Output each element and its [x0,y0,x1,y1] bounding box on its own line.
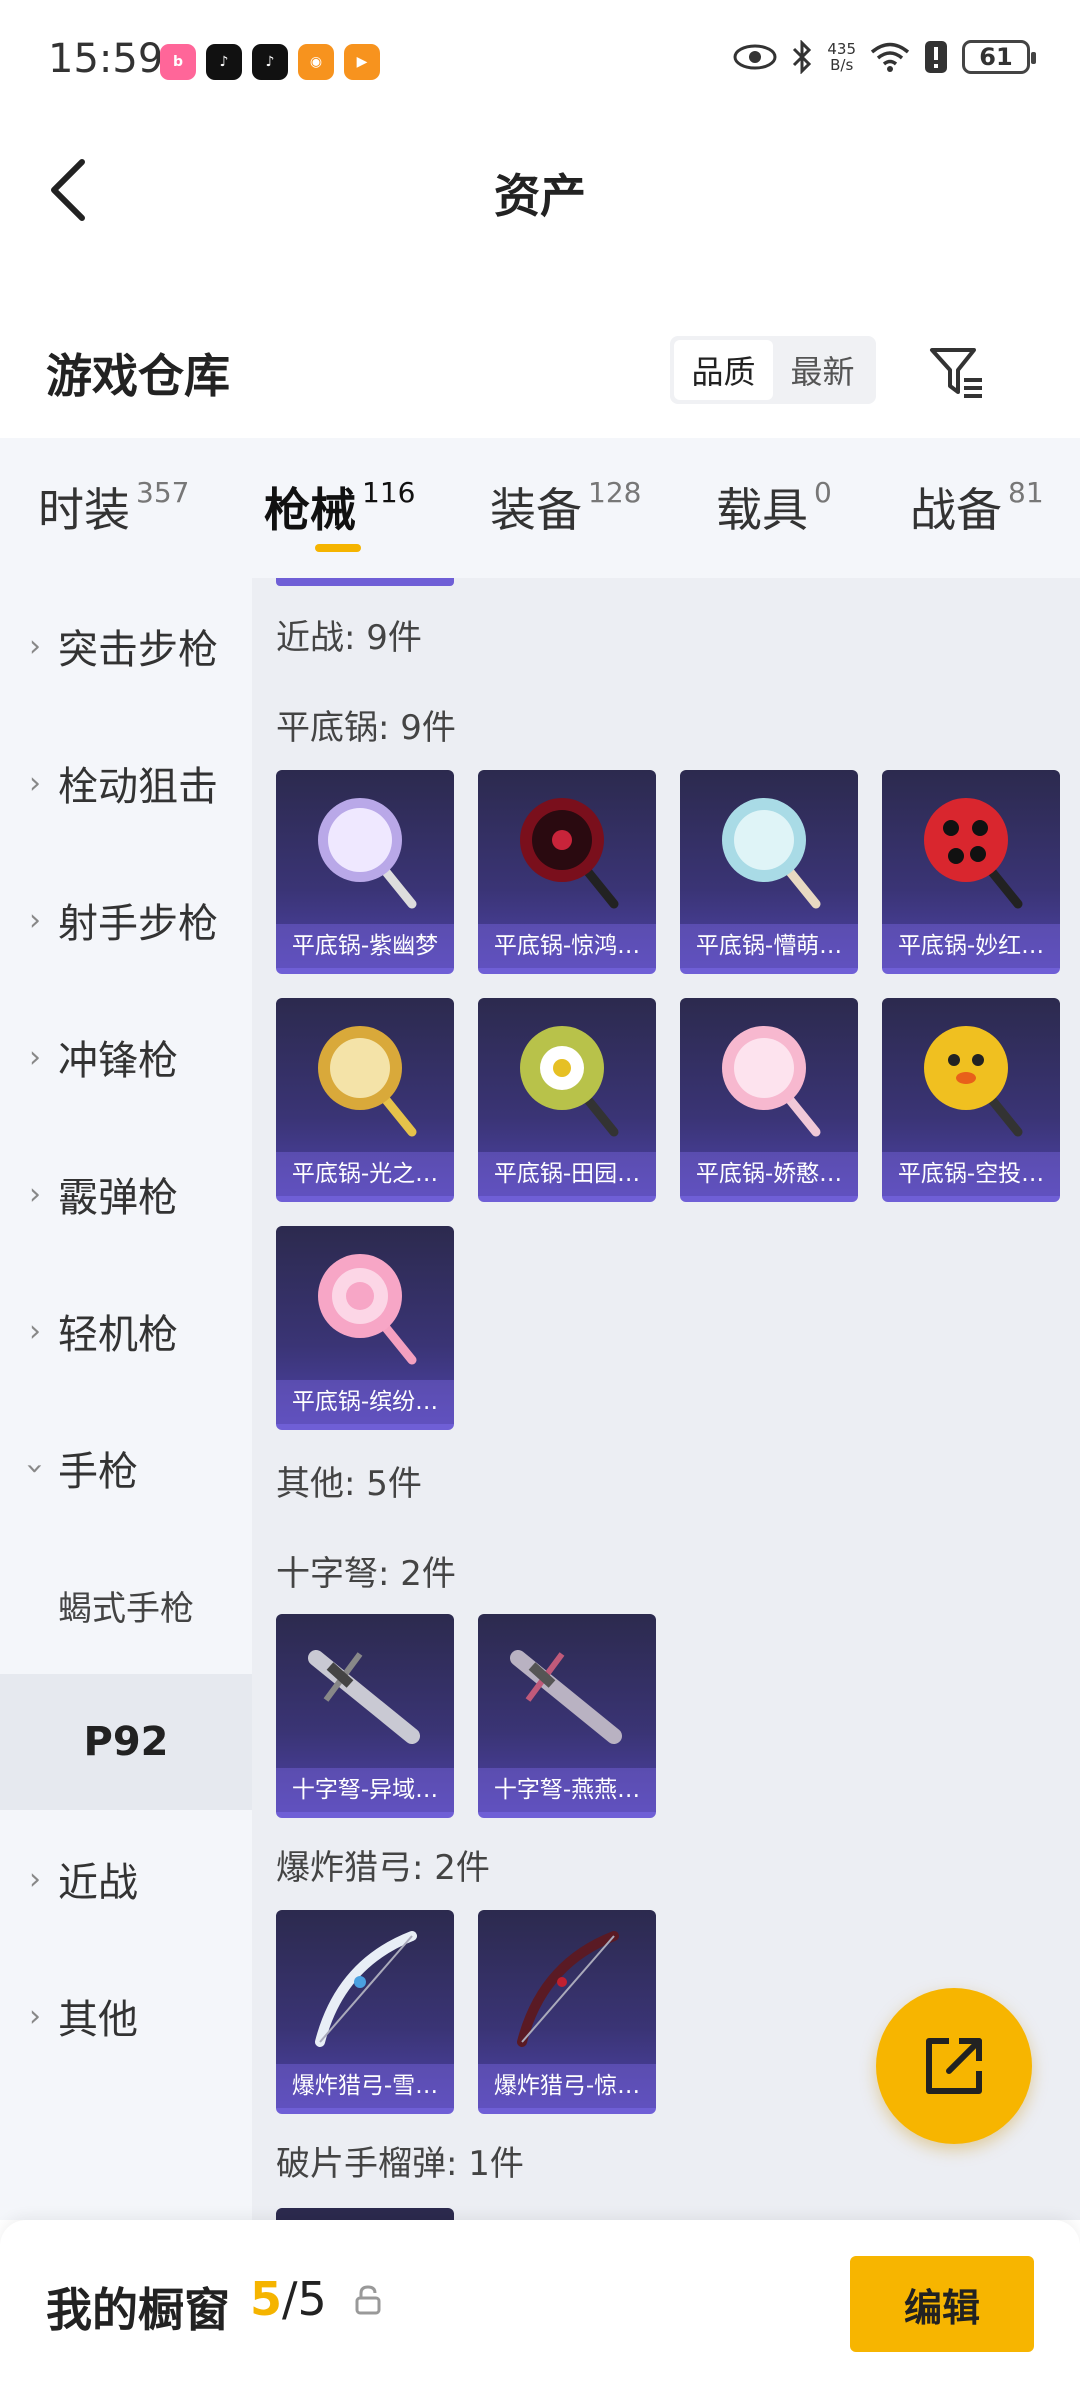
sidebar-item-bolt-sniper[interactable]: › 栓动狙击 [0,715,252,851]
filter-icon [930,348,982,398]
chevron-right-icon: › [29,1039,41,1075]
item-card[interactable]: 爆炸猎弓-雪… [276,1910,454,2114]
status-time: 15:59 [48,36,164,82]
sidebar-item-pistol[interactable]: › 手枪 [0,1400,252,1536]
weapon-sidebar: › 突击步枪 › 栓动狙击 › 射手步枪 › 冲锋枪 › 霰弹枪 › 轻机枪 › 手枪 蝎式手… [0,578,252,2220]
crossbow-icon [478,1614,656,1772]
pan-icon [882,770,1060,928]
sidebar-item-shotgun[interactable]: › 霰弹枪 [0,1126,252,1262]
active-tab-indicator [315,544,361,552]
eye-icon [733,44,777,70]
pan-icon [276,1226,454,1384]
sidebar-subitem-scorpion[interactable]: 蝎式手枪 [0,1537,252,1673]
category-tabs: 时装 357 枪械 116 装备 128 载具 0 战备 81 [0,438,1080,578]
item-card[interactable]: 平底锅-缤纷… [276,1226,454,1430]
showcase-bar: 我的橱窗 5/5 编辑 [0,2220,1080,2382]
pan-icon [478,770,656,928]
chevron-right-icon: › [29,1313,41,1349]
chevron-right-icon: › [29,1998,41,2034]
sidebar-item-smg[interactable]: › 冲锋枪 [0,989,252,1125]
warehouse-title: 游戏仓库 [46,349,230,403]
external-link-icon [926,2038,982,2094]
pan-icon [276,770,454,928]
tab-fashion[interactable]: 时装 357 [38,474,189,540]
item-card[interactable]: 平底锅-妙红… [882,770,1060,974]
wifi-icon [870,42,910,72]
page-header: 资产 [0,120,1080,260]
share-button[interactable] [876,1988,1032,2144]
item-grid-area: 近战: 9件 平底锅: 9件 平底锅-紫幽梦 平底锅-惊鸿… 平底锅-懵萌… 平… [252,578,1080,2220]
page-title: 资产 [494,169,586,223]
section-heading-bow: 爆炸猎弓: 2件 [276,1848,490,1888]
tab-firearms[interactable]: 枪械 116 [264,474,415,540]
bilibili-icon: b [160,44,196,80]
sidebar-item-other[interactable]: › 其他 [0,1948,252,2084]
battery-icon: 61 [962,40,1036,74]
pan-icon [276,998,454,1156]
pan-icon [680,998,858,1156]
section-heading-crossbow: 十字弩: 2件 [276,1554,456,1594]
item-card[interactable]: 十字弩-燕燕… [478,1614,656,1818]
item-card[interactable]: 十字弩-异域… [276,1614,454,1818]
sort-latest-button[interactable]: 最新 [773,340,872,400]
tab-equipment[interactable]: 装备 128 [490,474,641,540]
bluetooth-icon [793,40,812,74]
sidebar-subitem-p92[interactable]: P92 [0,1674,252,1810]
sidebar-item-melee[interactable]: › 近战 [0,1811,252,1947]
item-card-partial [276,2208,454,2220]
showcase-title: 我的橱窗 [46,2283,230,2337]
item-card[interactable]: 爆炸猎弓-惊… [478,1910,656,2114]
sort-quality-button[interactable]: 品质 [674,340,773,400]
section-heading-other: 其他: 5件 [276,1464,422,1504]
showcase-count: 5/5 [250,2272,327,2326]
item-card[interactable]: 平底锅-懵萌… [680,770,858,974]
chevron-down-icon: › [17,1462,53,1474]
section-heading-grenade: 破片手榴弹: 1件 [276,2144,524,2184]
section-heading-melee: 近战: 9件 [276,618,422,658]
pan-icon [882,998,1060,1156]
item-card[interactable]: 平底锅-光之… [276,998,454,1202]
item-card[interactable]: 平底锅-娇憨… [680,998,858,1202]
bow-icon [478,1910,656,2068]
item-card[interactable]: 平底锅-惊鸿… [478,770,656,974]
crossbow-icon [276,1614,454,1772]
item-card[interactable]: 平底锅-紫幽梦 [276,770,454,974]
section-heading-pan: 平底锅: 9件 [276,708,456,748]
notification-icons: b ♪ ♪ ◉ ▶ [160,44,380,80]
douyin-icon: ♪ [206,44,242,80]
item-card[interactable]: 平底锅-空投… [882,998,1060,1202]
tab-vehicles[interactable]: 载具 0 [716,474,832,540]
item-card[interactable]: 平底锅-田园… [478,998,656,1202]
status-bar: 15:59 b ♪ ♪ ◉ ▶ 435 B/s 61 [0,0,1080,120]
douyin-icon: ♪ [252,44,288,80]
bow-icon [276,1910,454,2068]
pan-icon [680,770,858,928]
alert-icon [925,41,947,73]
tab-supplies[interactable]: 战备 81 [910,474,1044,540]
sidebar-item-lmg[interactable]: › 轻机枪 [0,1263,252,1399]
edit-button[interactable]: 编辑 [850,2256,1034,2352]
pan-icon [478,998,656,1156]
item-card-partial [276,578,454,586]
chevron-right-icon: › [29,765,41,801]
sidebar-item-assault-rifle[interactable]: › 突击步枪 [0,578,252,714]
chevron-right-icon: › [29,628,41,664]
player-icon: ▶ [344,44,380,80]
sort-toggle: 品质 最新 [670,336,876,404]
game-icon: ◉ [298,44,334,80]
chevron-right-icon: › [29,1861,41,1897]
status-right: 435 B/s 61 [733,40,1036,74]
net-speed: 435 B/s [827,40,856,74]
chevron-right-icon: › [29,1176,41,1212]
lock-icon [352,2284,384,2316]
sidebar-item-marksman-rifle[interactable]: › 射手步枪 [0,852,252,988]
chevron-right-icon: › [29,902,41,938]
filter-button[interactable] [922,336,994,408]
